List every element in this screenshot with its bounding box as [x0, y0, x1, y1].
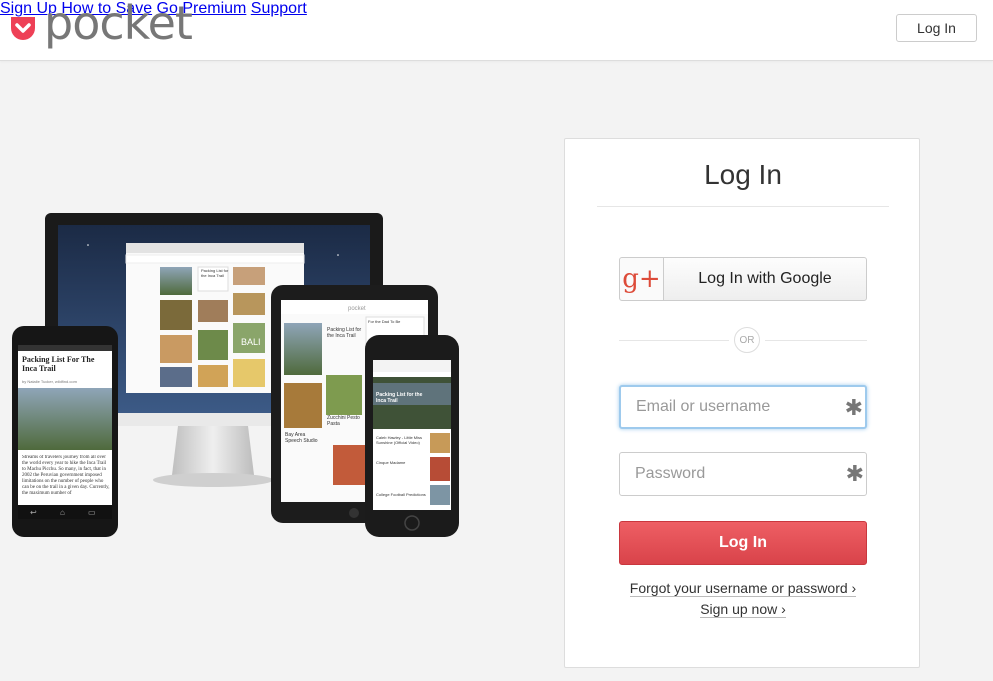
header-login-button[interactable]: Log In: [896, 14, 977, 42]
monitor-tile-title: Packing List for the Inca Trail: [201, 268, 229, 278]
iphone-item-title: Cinque Madame: [376, 460, 406, 465]
phone-article-body: Streams of travelers journey from all ov…: [22, 455, 110, 496]
phone-article-title: Packing List For The Inca Trail: [22, 355, 95, 373]
forgot-credentials-link[interactable]: Forgot your username or password ›: [629, 580, 857, 597]
phone-article-byline: by Natalie Tucker, wildfind.com: [22, 379, 77, 384]
forgot-link-row: Forgot your username or password ›: [565, 580, 921, 597]
svg-text:⌂: ⌂: [60, 508, 65, 517]
email-input[interactable]: [621, 387, 831, 427]
or-divider-left: [619, 340, 729, 341]
required-asterisk-icon: ✱: [845, 462, 864, 487]
iphone-item-title: Caleb Hawley - Little Miss Sunshine (Off…: [376, 435, 423, 445]
svg-text:pocket: pocket: [348, 306, 366, 312]
pocket-logo-text: pocket: [44, 0, 193, 50]
tablet-item-title: Zucchini Pesto Pasta: [327, 415, 360, 427]
email-field[interactable]: ✱: [619, 385, 867, 429]
password-input[interactable]: [620, 453, 830, 495]
pocket-logo-icon: [8, 14, 38, 44]
google-login-label: Log In with Google: [698, 270, 832, 287]
nav-support[interactable]: Support: [251, 0, 307, 17]
iphone-item-title: Packing List for the Inca Trail: [376, 392, 423, 404]
required-asterisk-icon: ✱: [844, 396, 863, 421]
google-plus-icon: g+: [620, 258, 664, 300]
signup-link[interactable]: Sign up now ›: [700, 601, 786, 618]
google-login-button[interactable]: g+ Log In with Google: [619, 257, 867, 301]
tablet-item-title: Packing List for the Inca Trail: [327, 327, 362, 339]
signup-link-row: Sign up now ›: [565, 601, 921, 618]
or-divider-right: [765, 340, 867, 341]
tablet-item-title: For the Dad To Be: [368, 319, 401, 324]
svg-text:BALI: BALI: [241, 337, 261, 347]
or-badge: OR: [734, 327, 760, 353]
pocket-logo[interactable]: pocket: [8, 0, 193, 56]
devices-illustration: BALI pocket ↩ ⌂ ▭ Packing List For The I…: [8, 205, 468, 550]
svg-text:↩: ↩: [30, 508, 37, 517]
login-card: Log In g+ Log In with Google OR ✱ ✱ Log …: [564, 138, 920, 668]
title-divider: [597, 206, 889, 207]
svg-text:▭: ▭: [88, 508, 96, 517]
login-title: Log In: [704, 159, 782, 190]
tablet-item-title: Bay Area Speech Studio: [285, 432, 318, 444]
iphone-item-title: College Football Predictions: [376, 492, 426, 497]
password-field[interactable]: ✱: [619, 452, 867, 496]
top-header: pocket Sign Up How to Save Go Premium Su…: [0, 0, 993, 61]
login-submit-button[interactable]: Log In: [619, 521, 867, 565]
